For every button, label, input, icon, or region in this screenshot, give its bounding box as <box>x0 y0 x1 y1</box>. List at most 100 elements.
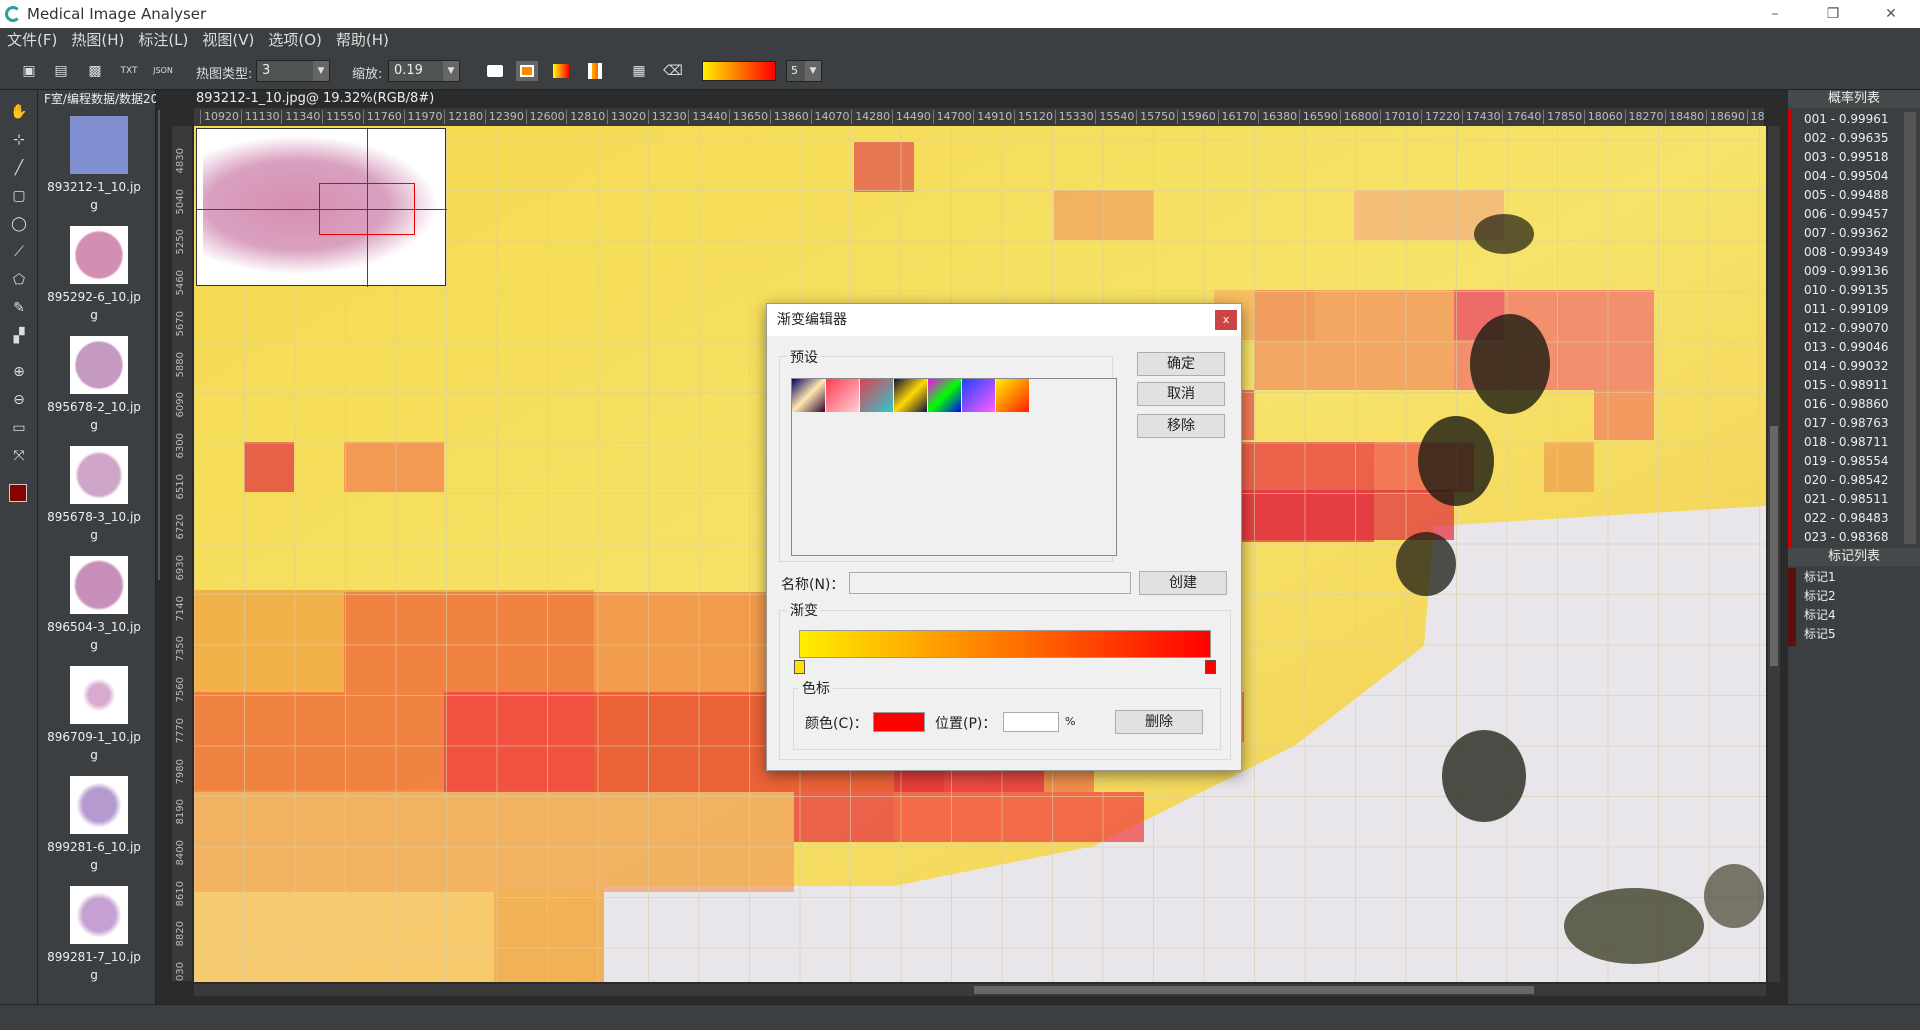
image-icon[interactable]: ▩ <box>84 61 106 81</box>
cancel-button[interactable]: 取消 <box>1137 382 1225 406</box>
menu-view[interactable]: 视图(V) <box>195 28 261 52</box>
probability-item[interactable]: 009 - 0.99136 <box>1804 262 1889 281</box>
probability-item[interactable]: 004 - 0.99504 <box>1804 167 1889 186</box>
probability-item[interactable]: 008 - 0.99349 <box>1804 243 1889 262</box>
ruler-tick: 13860 <box>769 110 809 124</box>
horizontal-scrollbar[interactable] <box>194 984 1766 996</box>
dialog-close-button[interactable]: x <box>1215 310 1237 330</box>
preset-gradient[interactable] <box>860 379 893 412</box>
probability-item[interactable]: 001 - 0.99961 <box>1804 110 1889 129</box>
open-folder-icon[interactable]: ▣ <box>18 61 40 81</box>
stop-color-swatch[interactable] <box>873 712 925 732</box>
toolbar: ▣ ▤ ▩ TXT JSON 热图类型: 3 ▼ 缩放: 0.19 ▼ ▦ ⌫ 5 ▼ <box>0 52 1920 90</box>
zoom-out-icon[interactable]: ⊖ <box>9 390 29 410</box>
close-button[interactable]: ✕ <box>1868 3 1914 25</box>
menu-heatmap[interactable]: 热图(H) <box>64 28 131 52</box>
probability-item[interactable]: 012 - 0.99070 <box>1804 319 1889 338</box>
rect-tool-icon[interactable]: ▢ <box>9 186 29 206</box>
eraser-icon[interactable]: ⌫ <box>662 61 684 81</box>
position-input[interactable] <box>1003 712 1059 732</box>
probability-item[interactable]: 018 - 0.98711 <box>1804 433 1889 452</box>
zoom-select[interactable]: 0.19 ▼ <box>388 60 460 82</box>
mark-item[interactable]: 标记4 <box>1804 606 1836 625</box>
gradient-stop-start[interactable] <box>794 660 805 674</box>
point-tool-icon[interactable]: ⊹ <box>9 130 29 150</box>
probability-scrollbar[interactable] <box>1904 112 1916 544</box>
thumbnail-item[interactable]: 899281-7_10.jpg <box>44 882 144 990</box>
navigator-minimap[interactable] <box>196 128 447 287</box>
probability-item[interactable]: 013 - 0.99046 <box>1804 338 1889 357</box>
probability-item[interactable]: 006 - 0.99457 <box>1804 205 1889 224</box>
probability-item[interactable]: 014 - 0.99032 <box>1804 357 1889 376</box>
menu-help[interactable]: 帮助(H) <box>329 28 396 52</box>
overlay-toggle-icon[interactable] <box>516 61 538 81</box>
minimize-button[interactable]: – <box>1752 3 1798 25</box>
probability-item[interactable]: 015 - 0.98911 <box>1804 376 1889 395</box>
layout-icon[interactable]: ▞ <box>9 326 29 346</box>
probability-item[interactable]: 002 - 0.99635 <box>1804 129 1889 148</box>
zoom-in-icon[interactable]: ⊕ <box>9 362 29 382</box>
fit-icon[interactable]: ▭ <box>9 418 29 438</box>
probability-item[interactable]: 007 - 0.99362 <box>1804 224 1889 243</box>
brush-icon[interactable]: ✎ <box>9 298 29 318</box>
mark-item[interactable]: 标记1 <box>1804 568 1836 587</box>
maximize-button[interactable]: ❐ <box>1810 3 1856 25</box>
line-tool-icon[interactable]: ╱ <box>9 158 29 178</box>
polyline-tool-icon[interactable]: ⟋ <box>9 242 29 262</box>
create-button[interactable]: 创建 <box>1139 571 1227 595</box>
gradient-stop-end[interactable] <box>1205 660 1216 674</box>
probability-item[interactable]: 011 - 0.99109 <box>1804 300 1889 319</box>
mark-item[interactable]: 标记2 <box>1804 587 1836 606</box>
step-select[interactable]: 5 ▼ <box>786 60 822 82</box>
mark-item[interactable]: 标记5 <box>1804 625 1836 644</box>
txt-export-icon[interactable]: TXT <box>118 61 140 81</box>
hand-icon[interactable]: ✋ <box>9 102 29 122</box>
menu-file[interactable]: 文件(F) <box>0 28 64 52</box>
color-bar-icon[interactable] <box>584 61 606 81</box>
thumbnail-item[interactable]: 896504-3_10.jpg <box>44 552 144 660</box>
thumbnail-item[interactable]: 896709-1_10.jpg <box>44 662 144 770</box>
fullscreen-icon[interactable]: ⤧ <box>9 446 29 466</box>
preset-gradient[interactable] <box>792 379 825 412</box>
polygon-tool-icon[interactable]: ⬠ <box>9 270 29 290</box>
preset-gradient[interactable] <box>826 379 859 412</box>
remove-button[interactable]: 移除 <box>1137 414 1225 438</box>
probability-item[interactable]: 022 - 0.98483 <box>1804 509 1889 528</box>
json-export-icon[interactable]: JSON <box>152 61 174 81</box>
ellipse-tool-icon[interactable]: ◯ <box>9 214 29 234</box>
heatmap-type-select[interactable]: 3 ▼ <box>256 60 330 82</box>
color-swatch[interactable] <box>9 484 27 502</box>
probability-item[interactable]: 021 - 0.98511 <box>1804 490 1889 509</box>
preset-gradient[interactable] <box>894 379 927 412</box>
probability-item[interactable]: 019 - 0.98554 <box>1804 452 1889 471</box>
thumbnail-item[interactable]: 893212-1_10.jpg <box>44 112 144 220</box>
probability-item[interactable]: 005 - 0.99488 <box>1804 186 1889 205</box>
probability-item[interactable]: 020 - 0.98542 <box>1804 471 1889 490</box>
thumbnail-item[interactable]: 895292-6_10.jpg <box>44 222 144 330</box>
gradient-preview[interactable] <box>702 61 776 81</box>
probability-item[interactable]: 023 - 0.98368 <box>1804 528 1889 547</box>
probability-item[interactable]: 017 - 0.98763 <box>1804 414 1889 433</box>
probability-item[interactable]: 016 - 0.98860 <box>1804 395 1889 414</box>
name-input[interactable] <box>849 572 1131 594</box>
preset-gradient[interactable] <box>996 379 1029 412</box>
thumbnail-item[interactable]: 895678-3_10.jpg <box>44 442 144 550</box>
preset-gradient[interactable] <box>928 379 961 412</box>
ok-button[interactable]: 确定 <box>1137 352 1225 376</box>
heatmap-tile <box>194 792 794 892</box>
thumbnail-item[interactable]: 895678-2_10.jpg <box>44 332 144 440</box>
preset-gradient[interactable] <box>962 379 995 412</box>
white-square-icon[interactable] <box>484 61 506 81</box>
heatmap-color-icon[interactable] <box>550 61 572 81</box>
thumbnail-item[interactable]: 899281-6_10.jpg <box>44 772 144 880</box>
menu-options[interactable]: 选项(O) <box>261 28 329 52</box>
gradient-bar[interactable] <box>799 630 1211 658</box>
grid-icon[interactable]: ▦ <box>628 61 650 81</box>
probability-item[interactable]: 010 - 0.99135 <box>1804 281 1889 300</box>
delete-button[interactable]: 删除 <box>1115 710 1203 734</box>
probability-item[interactable]: 003 - 0.99518 <box>1804 148 1889 167</box>
preset-box[interactable] <box>791 378 1117 556</box>
menu-annotation[interactable]: 标注(L) <box>131 28 195 52</box>
open-file-icon[interactable]: ▤ <box>50 61 72 81</box>
vertical-scrollbar[interactable] <box>1768 126 1780 982</box>
